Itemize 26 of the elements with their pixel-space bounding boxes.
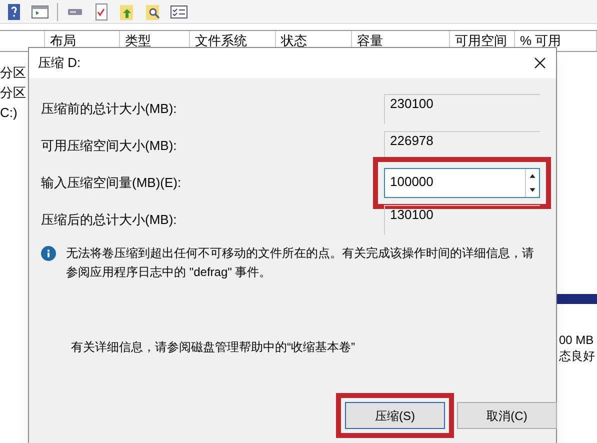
- help-icon[interactable]: [5, 2, 23, 20]
- close-icon[interactable]: [534, 57, 546, 69]
- volume-label: 分区: [0, 66, 26, 80]
- info-text: 无法将卷压缩到超出任何不可移动的文件所在的点。有关完成该操作时间的详细信息，请参阅应用程序日志中的 "defrag" 事件。: [66, 245, 535, 281]
- field-label: 压缩后的总计大小(MB):: [41, 211, 177, 230]
- field-label: 压缩前的总计大小(MB):: [41, 100, 177, 118]
- field-label: 输入压缩空间量(MB)(E):: [41, 174, 182, 192]
- info-icon: [41, 246, 56, 261]
- dialog-button[interactable]: 取消(C): [457, 402, 557, 429]
- field-label: 可用压缩空间大小(MB):: [41, 137, 177, 156]
- volume-label: C:): [0, 106, 18, 120]
- folder-up-icon[interactable]: [118, 2, 136, 20]
- readonly-field: 130100: [384, 205, 540, 235]
- dialog-button[interactable]: 压缩(S): [345, 402, 445, 429]
- properties-icon[interactable]: [170, 2, 188, 20]
- volume-bar: [557, 294, 597, 304]
- readonly-field: 230100: [384, 94, 540, 124]
- help-text: 有关详细信息，请参阅磁盘管理帮助中的“收缩基本卷”: [70, 339, 356, 356]
- number-input[interactable]: 100000: [384, 168, 540, 198]
- volume-status: 态良好: [559, 349, 595, 363]
- console-icon[interactable]: [31, 2, 49, 20]
- dialog-title: 压缩 D:: [38, 54, 81, 72]
- folder-search-icon[interactable]: [144, 2, 162, 20]
- volume-label: 分区: [0, 86, 26, 100]
- volume-status: 00 MB: [559, 333, 595, 347]
- readonly-field: 226978: [384, 131, 540, 161]
